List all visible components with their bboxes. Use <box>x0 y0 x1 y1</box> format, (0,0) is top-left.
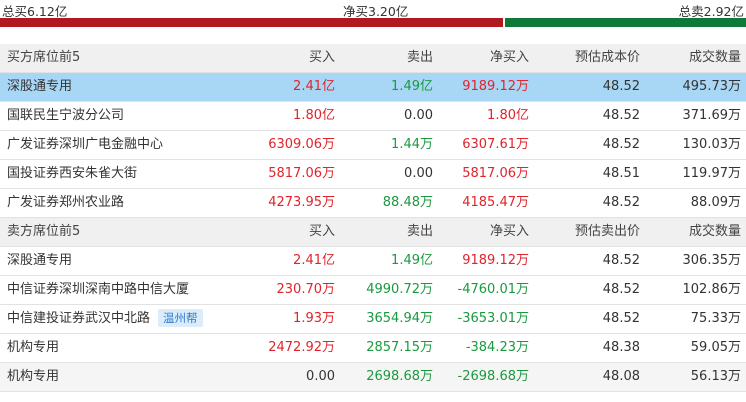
header-seat: 买方席位前5 <box>7 50 81 65</box>
header-price: 预估卖出价 <box>574 224 640 239</box>
seat-name-text: 深股通专用 <box>7 79 73 94</box>
header-price: 预估成本价 <box>574 50 640 65</box>
header-seat: 卖方席位前5 <box>7 224 81 239</box>
net-amount: -2698.68万 <box>457 369 529 384</box>
buy-amount: 4273.95万 <box>268 195 335 210</box>
net-amount: 9189.12万 <box>462 253 529 268</box>
trade-volume: 306.35万 <box>682 253 742 268</box>
table-row[interactable]: 深股通专用 2.41亿 1.49亿 9189.12万 48.52 495.73万 <box>0 73 746 102</box>
seat-table: 买方席位前5 买入 卖出 净买入 预估成本价 成交数量 深股通专用 2.41亿 1.… <box>0 44 746 392</box>
est-price: 48.52 <box>602 311 640 326</box>
net-amount: 9189.12万 <box>462 79 529 94</box>
header-buy: 买入 <box>308 50 335 65</box>
table-row[interactable]: 国联民生宁波分公司 1.80亿 0.00 1.80亿 48.52 371.69万 <box>0 102 746 131</box>
trade-volume: 59.05万 <box>690 340 741 355</box>
sell-amount: 0.00 <box>404 166 433 181</box>
trade-volume: 119.97万 <box>682 166 742 181</box>
est-price: 48.52 <box>602 137 640 152</box>
net-amount: 5817.06万 <box>462 166 529 181</box>
table-row[interactable]: 中信证券深圳深南中路中信大厦 230.70万 4990.72万 -4760.01万 48… <box>0 276 746 305</box>
table-row[interactable]: 广发证券深圳广电金融中心 6309.06万 1.44万 6307.61万 48.52 13… <box>0 131 746 160</box>
seat-name: 国联民生宁波分公司 <box>7 102 124 130</box>
buy-amount: 2.41亿 <box>293 79 335 94</box>
trade-volume: 56.13万 <box>690 369 741 384</box>
sell-amount: 1.49亿 <box>391 79 433 94</box>
net-amount: 4185.47万 <box>462 195 529 210</box>
seat-name: 深股通专用 <box>7 73 72 101</box>
net-amount: -384.23万 <box>465 340 529 355</box>
trade-volume: 102.86万 <box>682 282 742 297</box>
sell-section-header: 卖方席位前5 买入 卖出 净买入 预估卖出价 成交数量 <box>0 218 746 247</box>
seat-name-text: 国联民生宁波分公司 <box>7 108 125 123</box>
net-amount: -3653.01万 <box>457 311 529 326</box>
seat-name-text: 广发证券郑州农业路 <box>7 195 125 210</box>
buy-amount: 2472.92万 <box>268 340 335 355</box>
table-row[interactable]: 机构专用 0.00 2698.68万 -2698.68万 48.08 56.13万 <box>0 363 746 392</box>
buy-amount: 6309.06万 <box>268 137 335 152</box>
buy-amount: 230.70万 <box>276 282 336 297</box>
est-price: 48.52 <box>602 108 640 123</box>
header-buy: 买入 <box>308 224 335 239</box>
trade-volume: 130.03万 <box>682 137 742 152</box>
buy-amount: 0.00 <box>306 369 335 384</box>
sell-amount: 0.00 <box>404 108 433 123</box>
table-row[interactable]: 机构专用 2472.92万 2857.15万 -384.23万 48.38 59.05万 <box>0 334 746 363</box>
header-volume: 成交数量 <box>688 224 741 239</box>
buy-amount: 5817.06万 <box>268 166 335 181</box>
trade-volume: 88.09万 <box>690 195 741 210</box>
seat-name: 广发证券深圳广电金融中心 <box>7 131 163 159</box>
seat-name-text: 机构专用 <box>7 369 60 384</box>
table-row[interactable]: 国投证券西安朱雀大街 5817.06万 0.00 5817.06万 48.51 119.9… <box>0 160 746 189</box>
seat-name-text: 中信证券深圳深南中路中信大厦 <box>7 282 190 297</box>
seat-name: 机构专用 <box>7 363 59 391</box>
seat-name: 国投证券西安朱雀大街 <box>7 160 137 188</box>
header-sell: 卖出 <box>406 224 433 239</box>
est-price: 48.52 <box>602 282 640 297</box>
est-price: 48.52 <box>602 195 640 210</box>
table-row[interactable]: 深股通专用 2.41亿 1.49亿 9189.12万 48.52 306.35万 <box>0 247 746 276</box>
seat-name-text: 国投证券西安朱雀大街 <box>7 166 138 181</box>
sell-amount: 2698.68万 <box>366 369 433 384</box>
seat-name-text: 深股通专用 <box>7 253 73 268</box>
summary-bar: 总买6.12亿 净买3.20亿 总卖2.92亿 <box>0 0 746 19</box>
buy-amount: 1.80亿 <box>293 108 335 123</box>
seat-name: 广发证券郑州农业路 <box>7 189 124 217</box>
est-price: 48.38 <box>602 340 640 355</box>
buy-amount: 2.41亿 <box>293 253 335 268</box>
header-volume: 成交数量 <box>688 50 741 65</box>
sell-amount: 88.48万 <box>382 195 433 210</box>
net-amount: 6307.61万 <box>462 137 529 152</box>
est-price: 48.52 <box>602 253 640 268</box>
header-net: 净买入 <box>489 50 529 65</box>
sell-amount: 1.49亿 <box>391 253 433 268</box>
seat-name: 深股通专用 <box>7 247 72 275</box>
trade-volume: 495.73万 <box>682 79 742 94</box>
table-row[interactable]: 广发证券郑州农业路 4273.95万 88.48万 4185.47万 48.52 88.0… <box>0 189 746 218</box>
seat-name-text: 广发证券深圳广电金融中心 <box>7 137 164 152</box>
header-sell: 卖出 <box>406 50 433 65</box>
net-amount: 1.80亿 <box>487 108 529 123</box>
seat-name-text: 机构专用 <box>7 340 60 355</box>
trade-volume: 371.69万 <box>682 108 742 123</box>
net-amount: -4760.01万 <box>457 282 529 297</box>
seat-name: 机构专用 <box>7 334 59 362</box>
table-row[interactable]: 中信建投证券武汉中北路 温州帮 1.93万 3654.94万 -3653.01万 48.5… <box>0 305 746 334</box>
seat-name: 中信证券深圳深南中路中信大厦 <box>7 276 189 304</box>
seat-name-text: 中信建投证券武汉中北路 <box>7 311 151 326</box>
seat-tag[interactable]: 温州帮 <box>158 308 203 327</box>
sell-amount: 3654.94万 <box>366 311 433 326</box>
sell-amount: 4990.72万 <box>366 282 433 297</box>
buy-section-header: 买方席位前5 买入 卖出 净买入 预估成本价 成交数量 <box>0 44 746 73</box>
buy-ratio-bar <box>0 18 503 27</box>
est-price: 48.51 <box>602 166 640 181</box>
trade-volume: 75.33万 <box>690 311 741 326</box>
est-price: 48.52 <box>602 79 640 94</box>
est-price: 48.08 <box>602 369 640 384</box>
sell-ratio-bar <box>505 18 746 27</box>
header-net: 净买入 <box>489 224 529 239</box>
seat-name: 中信建投证券武汉中北路 温州帮 <box>7 305 203 333</box>
sell-amount: 2857.15万 <box>366 340 433 355</box>
buy-amount: 1.93万 <box>293 311 335 326</box>
sell-amount: 1.44万 <box>391 137 433 152</box>
